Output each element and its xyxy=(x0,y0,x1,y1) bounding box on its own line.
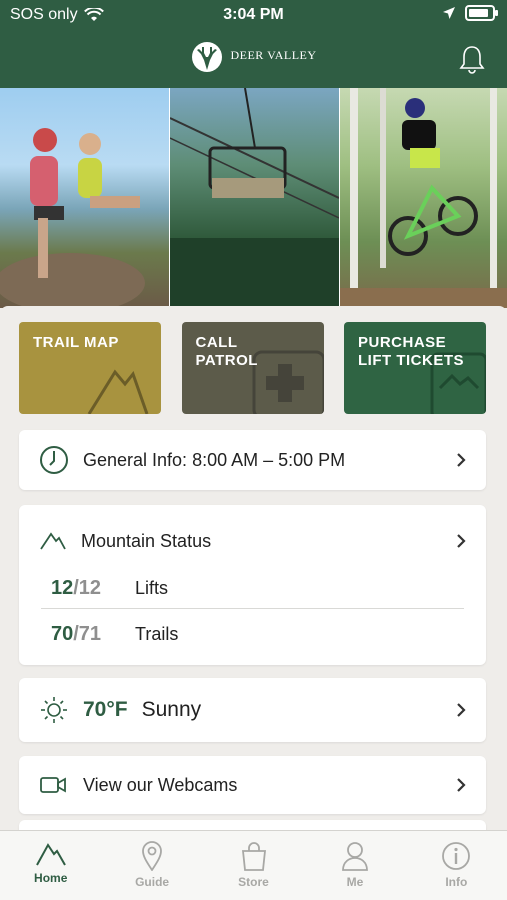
battery-icon xyxy=(465,5,498,21)
call-patrol-label: CALL PATROL xyxy=(195,334,258,369)
weather-condition: Sunny xyxy=(141,698,202,721)
home-content: TRAIL MAP CALL PATROL PURCHASE LIFT TICK… xyxy=(0,306,507,850)
quick-action-tiles: TRAIL MAP CALL PATROL PURCHASE LIFT TICK… xyxy=(19,322,486,414)
location-arrow-icon xyxy=(443,7,455,19)
trail-map-tile[interactable]: TRAIL MAP xyxy=(19,322,161,414)
trails-count: 70/71 xyxy=(51,623,135,646)
chevron-right-icon xyxy=(457,534,466,548)
lifts-status-row: 12/12 Lifts xyxy=(51,567,464,609)
battery-level xyxy=(469,9,488,17)
hikers-illustration xyxy=(0,128,145,313)
info-icon xyxy=(442,842,471,870)
chevron-right-icon xyxy=(457,453,466,467)
chairlift-illustration xyxy=(169,87,340,308)
webcams-text: View our Webcams xyxy=(83,774,238,795)
status-right xyxy=(443,5,498,21)
app-header: SOS only 3:04 PM DEER VALLEY xyxy=(0,0,507,88)
webcams-card[interactable]: View our Webcams xyxy=(19,756,486,814)
deer-logo-icon xyxy=(192,42,223,72)
hero-photo-strip xyxy=(0,87,507,313)
weather-card[interactable]: 70°F Sunny xyxy=(19,678,486,742)
purchase-lift-tickets-label: PURCHASE LIFT TICKETS xyxy=(358,334,464,369)
tab-home[interactable]: Home xyxy=(0,831,101,900)
lifts-count: 12/12 xyxy=(51,577,135,600)
bell-icon[interactable] xyxy=(459,44,485,74)
brand-logo: DEER VALLEY xyxy=(0,36,507,74)
mountain-status-card[interactable]: Mountain Status 12/12 Lifts 70/71 Trails xyxy=(19,505,486,665)
video-camera-icon xyxy=(39,776,75,794)
tab-store[interactable]: Store xyxy=(203,831,304,900)
shopping-bag-icon xyxy=(241,842,266,871)
general-info-card[interactable]: General Info: 8:00 AM – 5:00 PM xyxy=(19,430,486,490)
chairlift-photo xyxy=(169,87,340,308)
bottom-tab-bar: Home Guide Store Me Info xyxy=(0,830,507,900)
chevron-right-icon xyxy=(457,703,466,717)
call-patrol-tile[interactable]: CALL PATROL xyxy=(181,322,324,414)
mountain-bike-photo xyxy=(340,88,507,308)
tab-info[interactable]: Info xyxy=(406,831,507,900)
clock-icon xyxy=(39,445,75,475)
purchase-lift-tickets-tile[interactable]: PURCHASE LIFT TICKETS xyxy=(344,322,486,414)
tab-guide[interactable]: Guide xyxy=(101,831,202,900)
trails-label: Trails xyxy=(135,623,179,644)
status-time: 3:04 PM xyxy=(223,6,284,23)
tab-me[interactable]: Me xyxy=(304,831,405,900)
person-icon xyxy=(342,842,368,871)
medical-cross-icon xyxy=(252,350,324,414)
tab-info-label: Info xyxy=(445,875,468,889)
mountain-status-title: Mountain Status xyxy=(81,530,212,551)
mountain-bike-illustration xyxy=(340,88,507,308)
chevron-right-icon xyxy=(457,778,466,792)
status-bar: SOS only 3:04 PM xyxy=(0,0,507,30)
trail-map-label: TRAIL MAP xyxy=(33,334,119,351)
trails-total: /71 xyxy=(73,622,102,645)
mountain-icon xyxy=(35,843,66,866)
tab-store-label: Store xyxy=(238,875,269,889)
general-info-text: General Info: 8:00 AM – 5:00 PM xyxy=(83,449,346,470)
mountain-icon xyxy=(39,531,75,551)
sun-icon xyxy=(39,695,75,725)
hikers-photo xyxy=(0,88,169,313)
tab-home-label: Home xyxy=(34,871,68,885)
trails-status-row: 70/71 Trails xyxy=(51,613,464,655)
lifts-open: 12 xyxy=(51,576,74,599)
lifts-label: Lifts xyxy=(135,577,169,598)
tab-me-label: Me xyxy=(346,875,364,889)
status-divider xyxy=(41,608,464,609)
brand-name: DEER VALLEY xyxy=(230,47,317,62)
mountain-outline-icon xyxy=(87,369,149,414)
map-pin-icon xyxy=(142,841,163,871)
trails-open: 70 xyxy=(51,622,74,645)
tab-guide-label: Guide xyxy=(135,875,170,889)
temperature: 70°F xyxy=(83,698,128,721)
lifts-total: /12 xyxy=(73,576,102,599)
